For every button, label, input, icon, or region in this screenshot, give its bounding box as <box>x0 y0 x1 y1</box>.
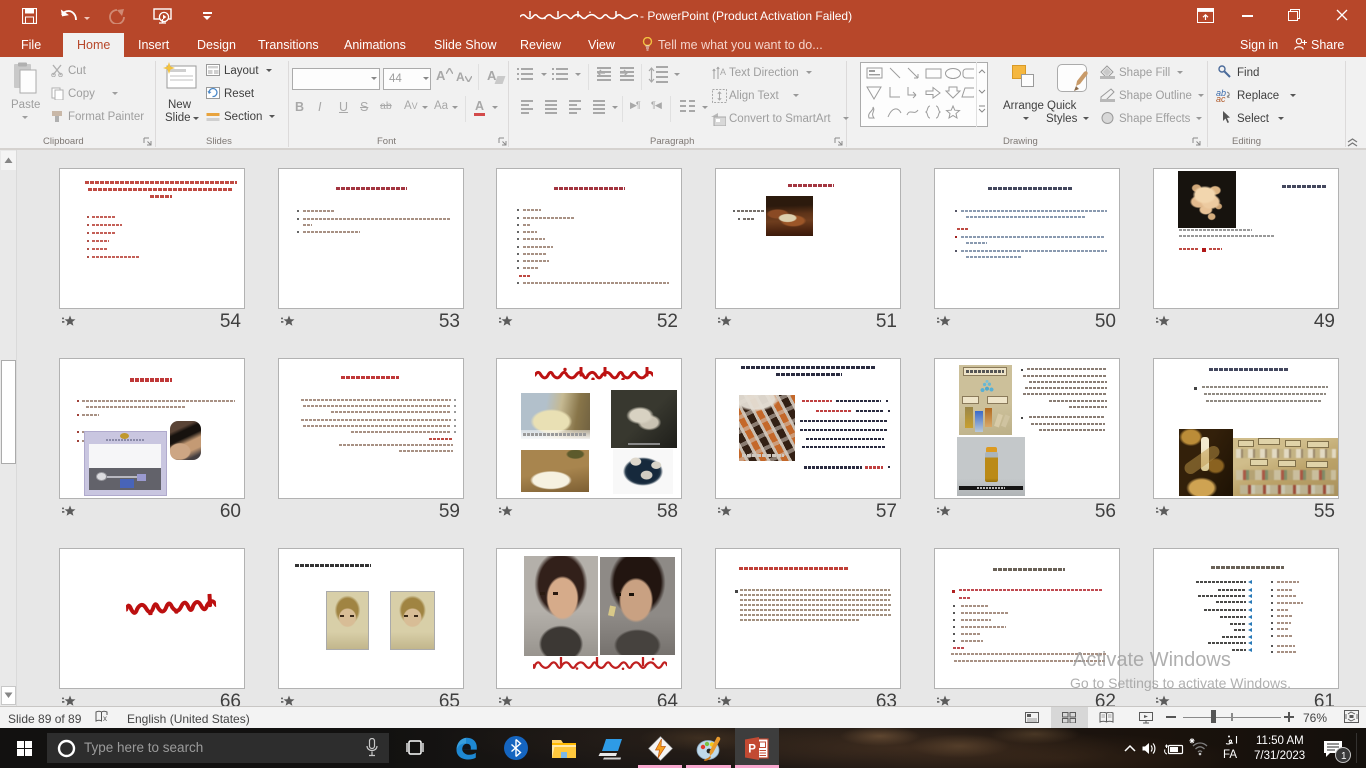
svg-text:ac: ac <box>1216 94 1226 102</box>
svg-text:P: P <box>748 744 756 756</box>
svg-text:1: 1 <box>1341 751 1347 762</box>
svg-text:x: x <box>103 714 107 723</box>
svg-text:A: A <box>720 67 726 77</box>
